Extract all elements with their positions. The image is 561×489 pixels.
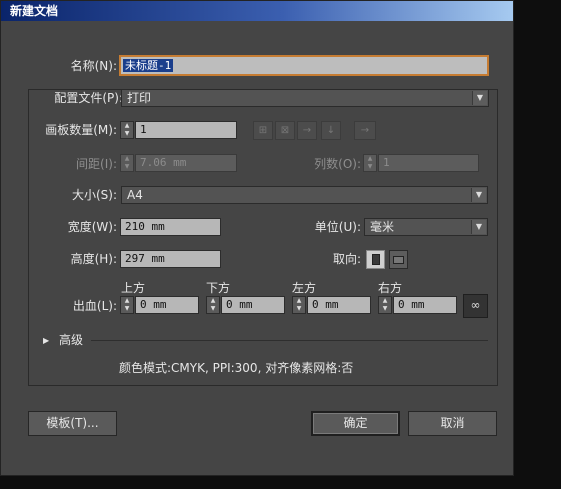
size-select[interactable]: A4 ▼ (121, 186, 488, 204)
artboards-field[interactable]: 1 (135, 121, 237, 139)
name-field[interactable]: 未标题-1 (119, 55, 489, 76)
bleed-top-label: 上方 (121, 281, 146, 295)
name-label: 名称(N): (70, 59, 117, 73)
bleed-top-field[interactable]: 0 mm (135, 296, 199, 314)
dialog-title: 新建文档 (1, 1, 513, 21)
bleed-left-stepper[interactable]: ▲ ▼ (292, 296, 306, 314)
units-select[interactable]: 毫米 ▼ (364, 218, 488, 236)
cancel-button[interactable]: 取消 (408, 411, 497, 436)
width-label: 宽度(W): (67, 220, 117, 234)
orientation-label: 取向: (332, 252, 361, 266)
advanced-divider (91, 340, 488, 341)
portrait-icon[interactable] (366, 250, 385, 269)
templates-button[interactable]: 模板(T)... (28, 411, 117, 436)
bleed-right-label: 右方 (378, 281, 403, 295)
grid-by-column-icon[interactable]: ⊠ (275, 121, 295, 140)
chevron-down-icon: ▼ (471, 220, 486, 234)
width-field[interactable]: 210 mm (120, 218, 221, 236)
bleed-left-field[interactable]: 0 mm (307, 296, 371, 314)
summary-text: 颜色模式:CMYK, PPI:300, 对齐像素网格:否 (119, 361, 354, 375)
triangle-right-icon[interactable]: ▶ (43, 333, 49, 349)
spacing-stepper[interactable]: ▲ ▼ (120, 154, 134, 172)
units-value: 毫米 (370, 220, 395, 234)
background-area (514, 0, 561, 489)
columns-stepper[interactable]: ▲ ▼ (363, 154, 377, 172)
artboards-stepper[interactable]: ▲ ▼ (120, 121, 134, 139)
landscape-icon[interactable] (389, 250, 408, 269)
right-to-left-icon[interactable]: → (354, 121, 376, 140)
chevron-down-icon: ▼ (471, 188, 486, 202)
bleed-right-field[interactable]: 0 mm (393, 296, 457, 314)
spacing-label: 间距(I): (76, 157, 117, 171)
height-label: 高度(H): (70, 252, 117, 266)
bleed-bottom-label: 下方 (206, 281, 231, 295)
bleed-bottom-stepper[interactable]: ▲ ▼ (206, 296, 220, 314)
bleed-bottom-field[interactable]: 0 mm (221, 296, 285, 314)
spacing-field[interactable]: 7.06 mm (135, 154, 237, 172)
size-value: A4 (127, 188, 143, 202)
grid-by-row-icon[interactable]: ⊞ (253, 121, 273, 140)
units-label: 单位(U): (314, 220, 361, 234)
advanced-label[interactable]: 高级 (59, 332, 83, 348)
arrange-by-row-icon[interactable]: → (297, 121, 317, 140)
columns-field[interactable]: 1 (378, 154, 479, 172)
bleed-right-stepper[interactable]: ▲ ▼ (378, 296, 392, 314)
bleed-left-label: 左方 (292, 281, 317, 295)
new-document-dialog: 新建文档 名称(N): 未标题-1 配置文件(P): 打印 ▼ 画板数量(M):… (0, 0, 514, 476)
columns-label: 列数(O): (314, 157, 361, 171)
name-value: 未标题-1 (123, 59, 174, 72)
height-field[interactable]: 297 mm (120, 250, 221, 268)
size-label: 大小(S): (71, 188, 117, 202)
ok-button[interactable]: 确定 (311, 411, 400, 436)
bleed-top-stepper[interactable]: ▲ ▼ (120, 296, 134, 314)
arrange-by-column-icon[interactable]: ↓ (321, 121, 341, 140)
artboards-label: 画板数量(M): (45, 123, 117, 137)
bleed-label: 出血(L): (72, 299, 117, 313)
link-icon[interactable]: ∞ (463, 294, 488, 318)
